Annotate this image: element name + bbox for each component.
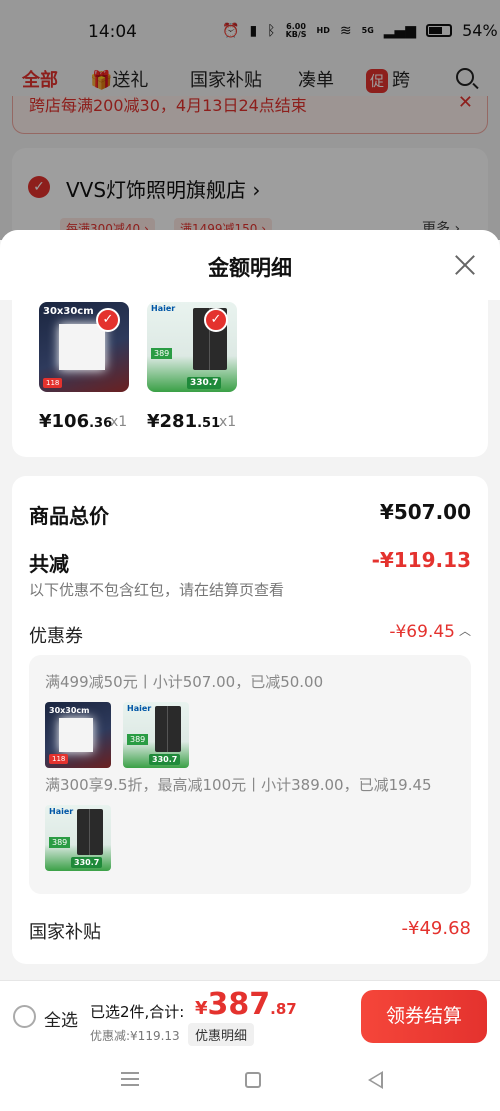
total-price-value: ¥507.00 xyxy=(379,500,471,524)
coupon-rule: 满300享9.5折，最高减100元丨小计389.00，已减19.45 xyxy=(45,776,432,794)
thumb-price-label: 330.7 xyxy=(187,377,222,389)
select-all-label[interactable]: 全选 xyxy=(44,1006,78,1031)
select-all-radio[interactable] xyxy=(13,1005,36,1028)
thumb-size-label: 30x30cm xyxy=(43,306,94,317)
checkmark-icon: ✓ xyxy=(96,308,120,332)
total-yen: ¥ xyxy=(195,998,208,1019)
total-dec: .87 xyxy=(270,1000,297,1018)
price-detail-card: 商品总价 ¥507.00 共减 -¥119.13 以下优惠不包含红包，请在结算页… xyxy=(12,476,488,964)
chevron-up-icon: ︿ xyxy=(458,624,471,638)
close-icon[interactable] xyxy=(452,252,478,278)
selected-items-card: 30x30cm 118 ✓ ¥106.36 x1 Haier 389 330.7… xyxy=(12,300,488,457)
item-price: ¥106.36 xyxy=(39,411,112,432)
system-nav-bar xyxy=(0,1050,500,1111)
home-icon[interactable] xyxy=(245,1072,261,1088)
coupon-rule: 满499减50元丨小计507.00，已减50.00 xyxy=(45,673,324,691)
thumb-price-label: 330.7 xyxy=(71,857,103,868)
total-reduction-label: 共减 xyxy=(29,552,69,576)
selection-summary: 已选2件,合计: xyxy=(90,1003,185,1021)
total-int: 387 xyxy=(207,987,271,1022)
item-quantity: x1 xyxy=(110,414,128,430)
total-price-label: 商品总价 xyxy=(29,504,109,528)
product-thumbnail-fridge: Haier 389 330.7 xyxy=(45,805,111,871)
reduction-note: 以下优惠不包含红包，请在结算页查看 xyxy=(29,581,285,599)
item-price: ¥281.51 xyxy=(147,411,220,432)
thumb-badge-label: 389 xyxy=(127,734,149,745)
checkout-bar: 全选 已选2件,合计: ¥387.87 优惠减:¥119.13 优惠明细 领券结… xyxy=(0,980,500,1050)
item-price-dec: .36 xyxy=(89,416,113,431)
product-thumbnail-fridge: Haier 389 330.7 xyxy=(123,702,189,768)
back-icon[interactable] xyxy=(368,1071,383,1089)
fridge-shape xyxy=(77,809,103,855)
total-amount: ¥387.87 xyxy=(195,987,297,1022)
checkout-button[interactable]: 领券结算 xyxy=(361,990,487,1043)
amount-detail-sheet: 金额明细 30x30cm 118 ✓ ¥106.36 x1 Haier 389 … xyxy=(0,230,500,980)
item-price-int: ¥106 xyxy=(39,411,90,432)
checkmark-icon: ✓ xyxy=(204,308,228,332)
coupon-toggle[interactable]: -¥69.45 ︿ xyxy=(389,622,471,642)
sheet-title: 金额明细 xyxy=(208,256,292,280)
national-subsidy-value: -¥49.68 xyxy=(401,918,471,939)
thumb-badge-label: 389 xyxy=(49,837,71,848)
thumb-brand-label: Haier xyxy=(127,704,152,713)
coupon-label: 优惠券 xyxy=(29,626,83,647)
panel-light-shape xyxy=(59,324,105,370)
thumb-brand-label: Haier xyxy=(151,304,176,313)
item-price-int: ¥281 xyxy=(147,411,198,432)
thumb-price-label: 330.7 xyxy=(149,754,181,765)
thumb-badge-label: 389 xyxy=(151,348,173,359)
thumb-size-label: 30x30cm xyxy=(49,706,90,715)
item-price-dec: .51 xyxy=(197,416,221,431)
menu-icon[interactable] xyxy=(121,1072,139,1086)
modal-overlay[interactable] xyxy=(0,0,500,240)
sheet-header: 金额明细 xyxy=(0,230,500,300)
total-reduction-value: -¥119.13 xyxy=(371,548,471,572)
item-quantity: x1 xyxy=(219,414,237,430)
product-thumbnail-light-panel: 30x30cm 118 xyxy=(45,702,111,768)
fridge-shape xyxy=(155,706,181,752)
panel-light-shape xyxy=(59,718,93,752)
thumb-brand-label: Haier xyxy=(49,807,74,816)
discount-detail-button[interactable]: 优惠明细 xyxy=(188,1023,255,1046)
thumb-price-label: 118 xyxy=(49,754,69,764)
discount-summary: 优惠减:¥119.13 xyxy=(90,1029,180,1043)
coupon-value: -¥69.45 xyxy=(389,622,455,642)
coupon-details: 满499减50元丨小计507.00，已减50.00 30x30cm 118 Ha… xyxy=(29,655,471,894)
national-subsidy-label: 国家补贴 xyxy=(29,922,101,943)
thumb-price-label: 118 xyxy=(43,378,63,388)
